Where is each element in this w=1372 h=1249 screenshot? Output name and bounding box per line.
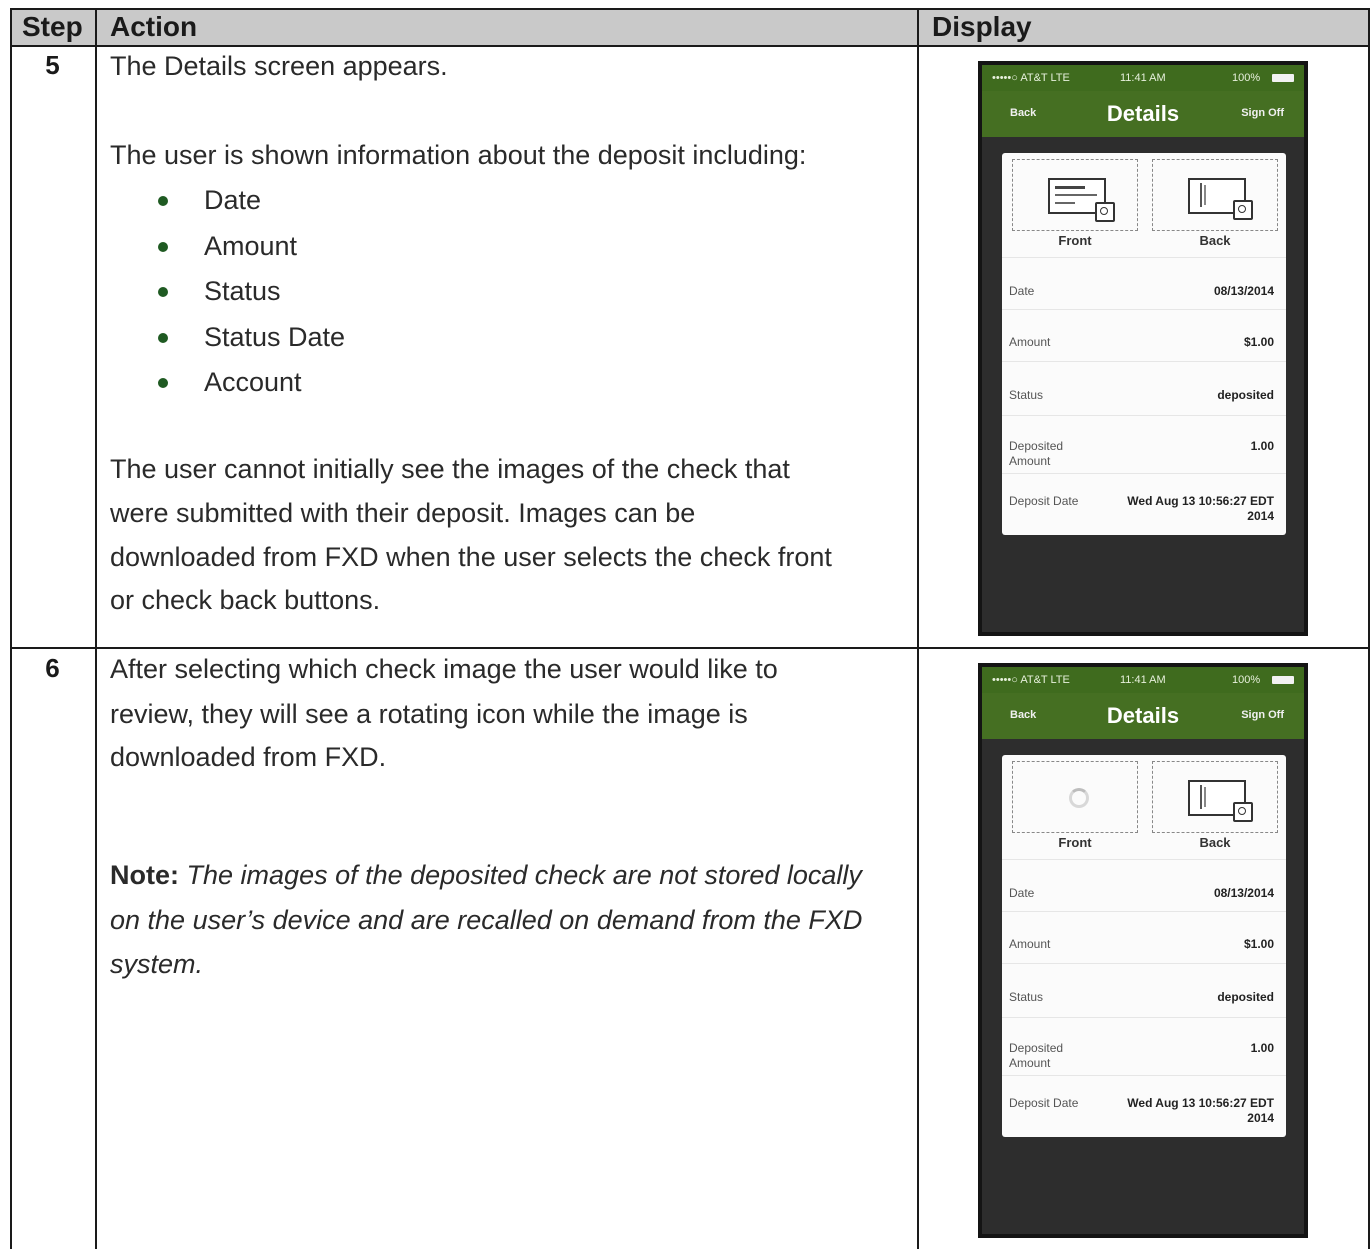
paragraph-line: review, they will see a rotating icon wh… <box>110 699 748 729</box>
column-divider-action <box>917 8 919 1249</box>
details-card: Front Back Date 08/13/2014 Amount $1.00 … <box>1002 755 1286 1137</box>
check-front-button[interactable] <box>1012 159 1138 231</box>
phone-screenshot-details: •••••○ AT&T LTE 11:41 AM 100% Back Detai… <box>978 61 1308 636</box>
detail-row-deposited-amount: Deposited Amount 1.00 <box>1002 415 1286 474</box>
carrier-text: •••••○ AT&T LTE <box>992 72 1070 84</box>
front-label: Front <box>1058 835 1092 850</box>
battery-text: 100% <box>1232 674 1261 686</box>
time-text: 11:41 AM <box>1120 72 1166 84</box>
step-number: 5 <box>45 50 60 80</box>
paragraph-line: The user cannot initially see the images… <box>110 454 790 484</box>
header-display: Display <box>932 11 1032 42</box>
detail-row-date: Date 08/13/2014 <box>1002 257 1286 310</box>
bullet-icon <box>158 241 168 252</box>
detail-row-deposit-date: Deposit Date Wed Aug 13 10:56:27 EDT 201… <box>1002 473 1286 534</box>
list-intro: The user is shown information about the … <box>110 140 807 170</box>
zoom-icon <box>1233 802 1253 822</box>
phone-screenshot-loading: •••••○ AT&T LTE 11:41 AM 100% Back Detai… <box>978 663 1308 1238</box>
bullet-icon <box>158 287 168 297</box>
zoom-icon <box>1233 200 1253 220</box>
info-list: Date Amount Status Status Date Account <box>155 178 345 406</box>
detail-row-status: Status deposited <box>1002 361 1286 414</box>
procedure-table: Step Action Display 5 The Details screen… <box>0 0 1372 1249</box>
paragraph-line: or check back buttons. <box>110 585 381 615</box>
battery-icon <box>1272 676 1294 684</box>
time-text: 11:41 AM <box>1120 674 1166 686</box>
check-back-button[interactable] <box>1152 761 1278 833</box>
step-number: 6 <box>45 653 60 683</box>
detail-row-deposit-date: Deposit Date Wed Aug 13 10:56:27 EDT 201… <box>1002 1075 1286 1136</box>
list-item: Status <box>155 269 345 315</box>
battery-text: 100% <box>1232 72 1261 84</box>
header-action: Action <box>110 11 198 42</box>
bullet-icon <box>158 378 168 388</box>
zoom-icon <box>1095 202 1115 222</box>
battery-icon <box>1272 74 1294 82</box>
table-border-left <box>10 8 12 1249</box>
back-image-label: Back <box>1199 233 1231 248</box>
table-border-top <box>10 8 1370 10</box>
table-header-row <box>10 8 1370 46</box>
list-item: Status Date <box>155 315 345 361</box>
table-border-right <box>1368 8 1370 1249</box>
paragraph-line: downloaded from FXD when the user select… <box>110 542 832 572</box>
front-label: Front <box>1058 233 1092 248</box>
carrier-text: •••••○ AT&T LTE <box>992 674 1070 686</box>
paragraph-line: downloaded from FXD. <box>110 742 387 772</box>
details-card: Front Back Date 08/13/2014 Amount $1.00 … <box>1002 153 1286 535</box>
sign-off-button[interactable]: Sign Off <box>1241 709 1284 721</box>
note-line: on the user’s device and are recalled on… <box>110 905 863 935</box>
note-line: system. <box>110 949 204 979</box>
detail-row-date: Date 08/13/2014 <box>1002 859 1286 912</box>
detail-row-amount: Amount $1.00 <box>1002 309 1286 362</box>
note-label: Note: <box>110 860 179 890</box>
header-step: Step <box>22 11 83 42</box>
nav-bar: Back Details Sign Off <box>982 91 1304 137</box>
loading-spinner-icon <box>1069 788 1089 808</box>
detail-row-status: Status deposited <box>1002 963 1286 1016</box>
list-item: Date <box>155 178 345 224</box>
check-back-button[interactable] <box>1152 159 1278 231</box>
status-bar: •••••○ AT&T LTE 11:41 AM 100% <box>982 65 1304 91</box>
bullet-icon <box>158 332 168 343</box>
back-image-label: Back <box>1199 835 1231 850</box>
bullet-icon <box>158 196 168 206</box>
check-front-button[interactable] <box>1012 761 1138 833</box>
paragraph-line: were submitted with their deposit. Image… <box>110 498 696 528</box>
sign-off-button[interactable]: Sign Off <box>1241 107 1284 119</box>
list-item: Account <box>155 360 345 406</box>
list-item: Amount <box>155 224 345 270</box>
note-line: Note: The images of the deposited check … <box>110 860 862 890</box>
status-bar: •••••○ AT&T LTE 11:41 AM 100% <box>982 667 1304 693</box>
nav-bar: Back Details Sign Off <box>982 693 1304 739</box>
row-intro: The Details screen appears. <box>110 51 448 81</box>
paragraph-line: After selecting which check image the us… <box>110 654 778 684</box>
detail-row-amount: Amount $1.00 <box>1002 911 1286 964</box>
column-divider-step <box>95 8 97 1249</box>
detail-row-deposited-amount: Deposited Amount 1.00 <box>1002 1017 1286 1076</box>
